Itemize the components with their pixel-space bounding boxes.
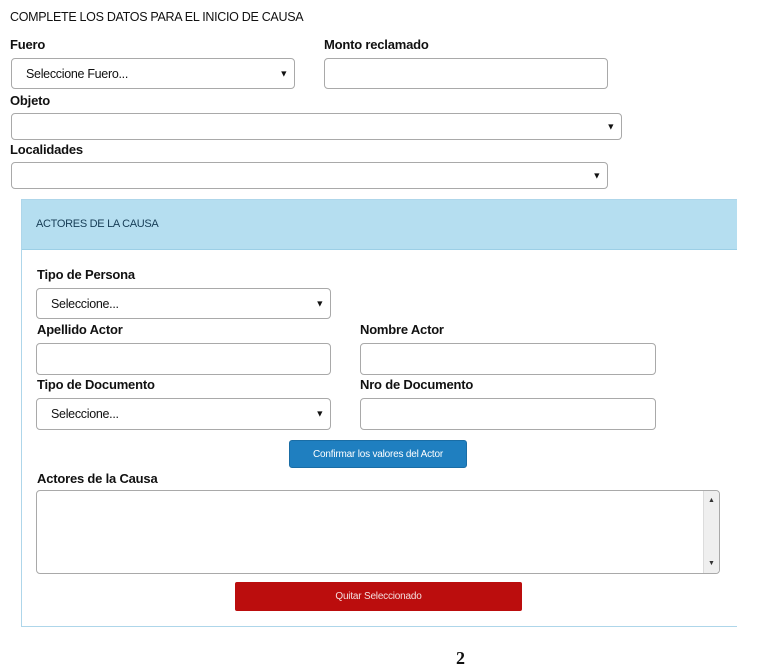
form-title: COMPLETE LOS DATOS PARA EL INICIO DE CAU… — [10, 10, 304, 24]
tipo-documento-select[interactable]: Seleccione... ▼ — [36, 398, 331, 430]
tipo-documento-label: Tipo de Documento — [37, 377, 155, 392]
actores-listbox[interactable]: ▲ ▼ — [36, 490, 720, 574]
localidades-label: Localidades — [10, 142, 83, 157]
nombre-actor-label: Nombre Actor — [360, 322, 444, 337]
apellido-actor-label: Apellido Actor — [37, 322, 123, 337]
chevron-down-icon: ▼ — [279, 68, 288, 78]
remove-selected-button[interactable]: Quitar Seleccionado — [235, 582, 522, 611]
scroll-down-icon[interactable]: ▼ — [704, 560, 719, 567]
page-number: 2 — [456, 648, 465, 668]
scroll-up-icon[interactable]: ▲ — [704, 497, 719, 504]
monto-label: Monto reclamado — [324, 37, 429, 52]
nro-documento-input[interactable] — [360, 398, 656, 430]
confirm-actor-button[interactable]: Confirmar los valores del Actor — [289, 440, 467, 468]
chevron-down-icon: ▼ — [592, 170, 601, 180]
tipo-documento-selected-value: Seleccione... — [51, 407, 119, 421]
tipo-persona-select[interactable]: Seleccione... ▼ — [36, 288, 331, 319]
chevron-down-icon: ▼ — [606, 121, 615, 131]
tipo-persona-label: Tipo de Persona — [37, 267, 135, 282]
actores-list-label: Actores de la Causa — [37, 471, 158, 486]
localidades-select[interactable]: ▼ — [11, 162, 608, 189]
chevron-down-icon: ▼ — [315, 408, 324, 419]
listbox-scrollbar[interactable]: ▲ ▼ — [703, 491, 719, 573]
tipo-persona-selected-value: Seleccione... — [51, 296, 119, 311]
fuero-selected-value: Seleccione Fuero... — [26, 66, 128, 81]
objeto-select[interactable]: ▼ — [11, 113, 622, 140]
monto-input[interactable] — [324, 58, 608, 89]
chevron-down-icon: ▼ — [315, 298, 324, 308]
objeto-label: Objeto — [10, 93, 50, 108]
fuero-label: Fuero — [10, 37, 46, 52]
actores-panel-title: ACTORES DE LA CAUSA — [36, 218, 159, 230]
actores-panel-header: ACTORES DE LA CAUSA — [22, 200, 737, 250]
nombre-actor-input[interactable] — [360, 343, 656, 375]
apellido-actor-input[interactable] — [36, 343, 331, 375]
nro-documento-label: Nro de Documento — [360, 377, 474, 392]
fuero-select[interactable]: Seleccione Fuero... ▼ — [11, 58, 295, 89]
